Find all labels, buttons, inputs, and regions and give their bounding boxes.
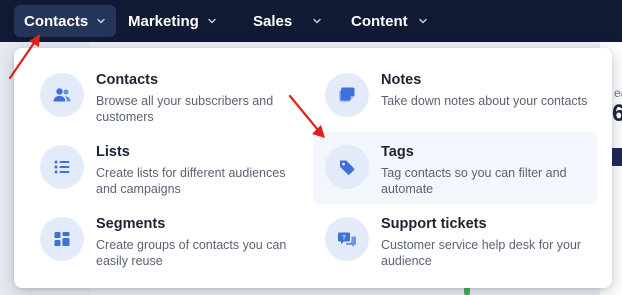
background-partial-text: ea [614,86,622,100]
annotation-arrow-icon [8,34,40,80]
menu-item-support-tickets[interactable]: ? Support tickets Customer service help … [313,204,597,276]
menu-item-description: Customer service help desk for your audi… [381,238,582,268]
menu-item-description: Create groups of contacts you can easily… [96,238,287,268]
menu-item-title: Segments [96,216,166,232]
svg-text:?: ? [342,234,346,241]
menu-item-segments[interactable]: Segments Create groups of contacts you c… [28,204,312,276]
nav-content[interactable]: Content [341,5,438,37]
people-icon [40,73,84,117]
menu-item-title: Tags [381,144,414,160]
menu-item-contacts[interactable]: Contacts Browse all your subscribers and… [28,60,312,132]
chevron-down-icon [313,18,321,24]
menu-item-title: Notes [381,72,422,88]
contacts-dropdown-menu: Contacts Browse all your subscribers and… [14,48,612,288]
nav-sales-label: Sales [253,12,293,30]
annotation-arrow-icon [288,94,325,138]
menu-item-description: Take down notes about your contacts [381,94,588,108]
nav-contacts-label: Contacts [24,12,89,30]
nav-content-label: Content [351,12,408,30]
chevron-down-icon [208,18,216,24]
nav-marketing-label: Marketing [128,12,199,30]
menu-item-title: Contacts [96,72,159,88]
menu-item-title: Lists [96,144,130,160]
support-tickets-icon: ? [325,217,369,261]
background-partial-number: 6 [612,100,622,127]
segments-icon [40,217,84,261]
menu-item-description: Browse all your subscribers and customer… [96,94,274,124]
menu-item-title: Support tickets [381,216,487,232]
menu-item-tags[interactable]: Tags Tag contacts so you can filter and … [313,132,597,204]
menu-item-description: Create lists for different audiences and… [96,166,286,196]
menu-item-lists[interactable]: Lists Create lists for different audienc… [28,132,312,204]
list-icon [40,145,84,189]
top-navigation-bar: Contacts Marketing Sales Content [0,0,622,42]
chevron-down-icon [418,18,427,24]
nav-marketing[interactable]: Marketing [118,5,227,37]
background-green-mark [464,287,470,295]
chevron-down-icon [97,18,105,24]
notes-icon [325,73,369,117]
nav-sales[interactable]: Sales [243,5,332,37]
menu-item-notes[interactable]: Notes Take down notes about your contact… [313,60,597,132]
tag-icon [325,145,369,189]
menu-item-description: Tag contacts so you can filter and autom… [381,166,567,196]
